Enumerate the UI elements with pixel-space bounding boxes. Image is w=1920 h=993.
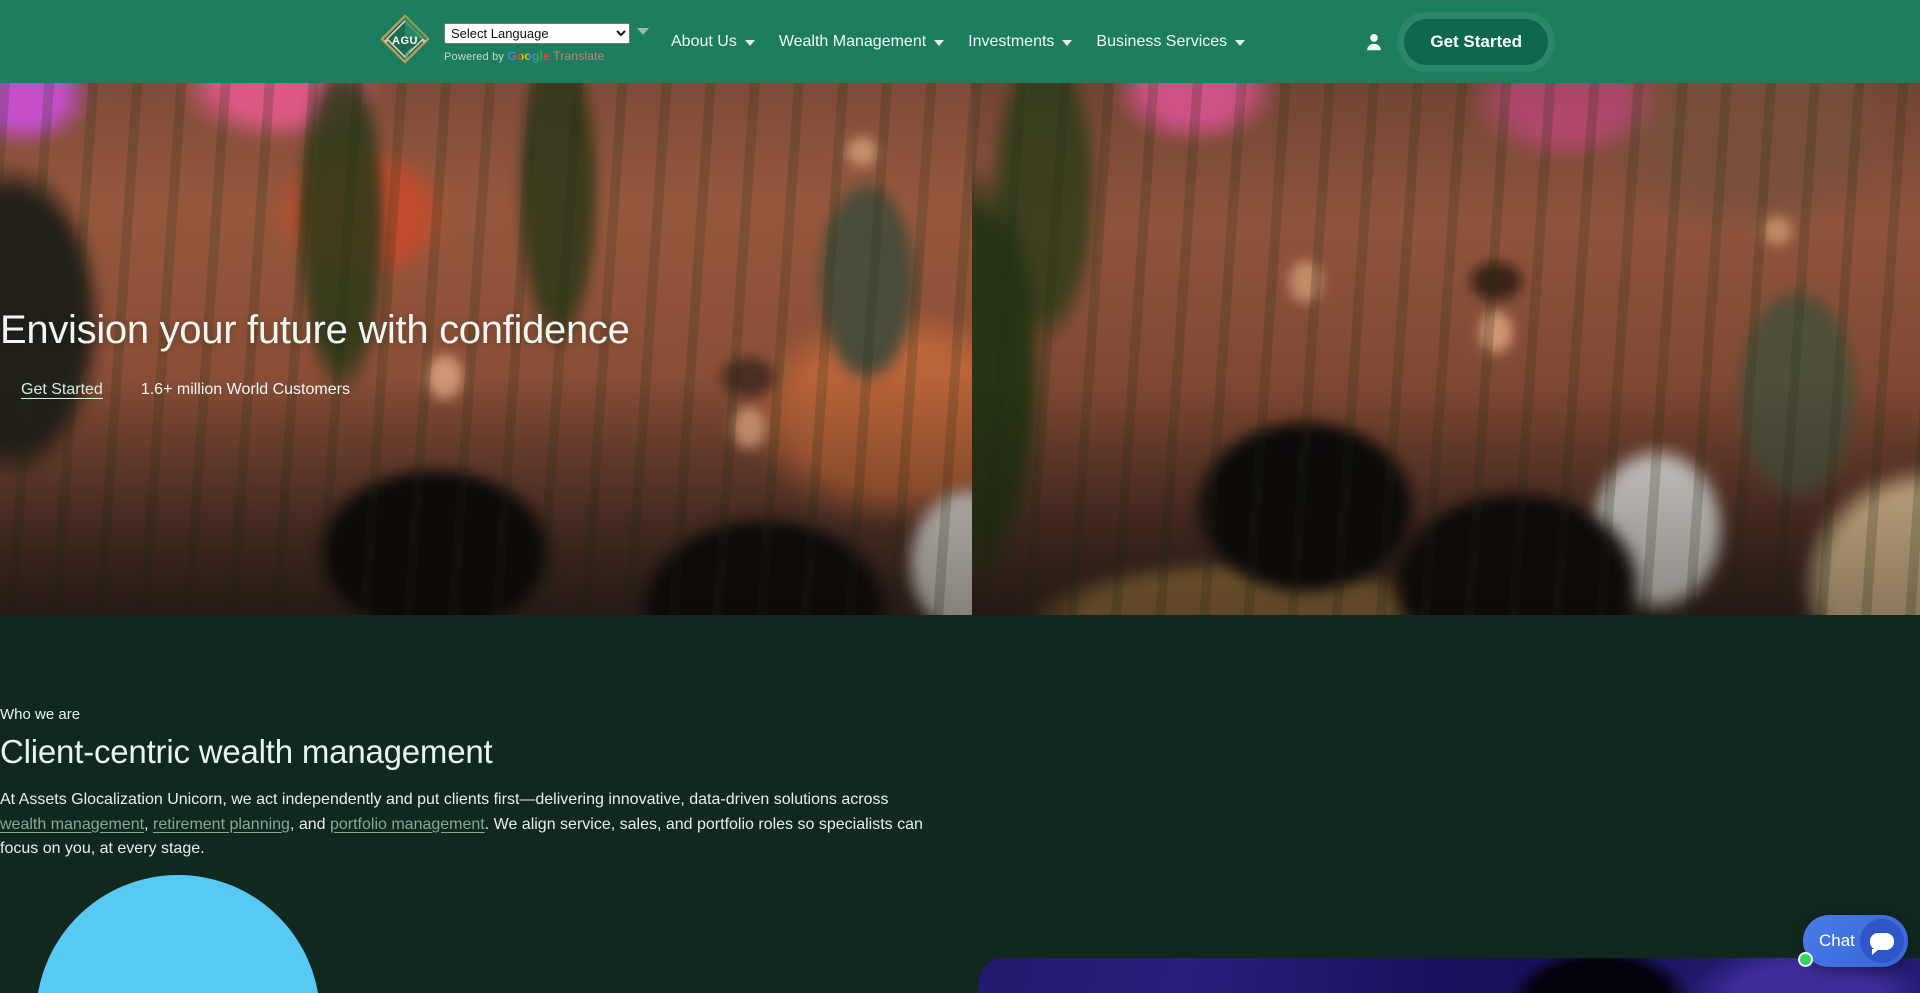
- online-status-dot: [1798, 952, 1813, 967]
- retirement-planning-link[interactable]: retirement planning: [153, 816, 290, 833]
- decorative-blue-circle: [36, 875, 320, 993]
- account-button[interactable]: [1361, 29, 1387, 55]
- chevron-down-icon: [745, 40, 755, 46]
- chat-label: Chat: [1819, 931, 1855, 951]
- portfolio-management-link[interactable]: portfolio management: [330, 816, 485, 833]
- hero-heading: Envision your future with confidence: [0, 308, 630, 353]
- chat-icon-circle: [1860, 919, 1904, 963]
- chevron-down-icon: [1062, 40, 1072, 46]
- hero-section: Envision your future with confidence Get…: [0, 83, 1920, 615]
- google-brand-text: Google: [507, 49, 550, 63]
- google-translate-attribution: Powered by Google Translate: [444, 49, 649, 63]
- site-header: AGU Select Language Powered by Google Tr…: [0, 0, 1920, 83]
- nav-label: About Us: [671, 33, 737, 51]
- nav-investments[interactable]: Investments: [968, 33, 1072, 51]
- nav-business-services[interactable]: Business Services: [1096, 33, 1245, 51]
- logo-text: AGU: [392, 35, 418, 47]
- header-actions: Get Started: [1361, 19, 1548, 65]
- main-nav: About Us Wealth Management Investments B…: [671, 33, 1245, 51]
- body-text: , and: [290, 816, 330, 833]
- get-started-button[interactable]: Get Started: [1404, 19, 1548, 65]
- chat-launcher-button[interactable]: Chat: [1803, 915, 1908, 967]
- body-text: At Assets Glocalization Unicorn, we act …: [0, 791, 888, 808]
- who-we-are-section: Who we are Client-centric wealth managem…: [0, 615, 1920, 993]
- translate-caret-icon: [637, 28, 649, 35]
- customers-count-text: 1.6+ million World Customers: [141, 381, 350, 399]
- agu-logo[interactable]: AGU: [378, 14, 432, 70]
- chat-bubble-icon: [1870, 933, 1894, 950]
- nav-label: Business Services: [1096, 33, 1227, 51]
- next-section-image: [979, 958, 1920, 993]
- nav-wealth-management[interactable]: Wealth Management: [779, 33, 944, 51]
- section-heading: Client-centric wealth management: [0, 733, 1920, 771]
- body-text: ,: [144, 816, 153, 833]
- section-body: At Assets Glocalization Unicorn, we act …: [0, 788, 935, 862]
- language-select[interactable]: Select Language: [444, 23, 630, 44]
- hero-get-started-link[interactable]: Get Started: [21, 381, 103, 399]
- powered-by-text: Powered by: [444, 51, 504, 63]
- diamond-logo-icon: AGU: [378, 14, 432, 70]
- chat-widget: Chat: [1803, 915, 1908, 967]
- section-eyebrow: Who we are: [0, 615, 1920, 723]
- language-widget: Select Language Powered by Google Transl…: [444, 23, 649, 63]
- chevron-down-icon: [934, 40, 944, 46]
- wealth-management-link[interactable]: wealth management: [0, 816, 144, 833]
- translate-product-text: Translate: [553, 49, 604, 63]
- user-icon: [1363, 31, 1385, 53]
- nav-about-us[interactable]: About Us: [671, 33, 755, 51]
- chevron-down-icon: [1235, 40, 1245, 46]
- hero-copy: Envision your future with confidence Get…: [0, 308, 630, 399]
- nav-label: Wealth Management: [779, 33, 926, 51]
- nav-label: Investments: [968, 33, 1054, 51]
